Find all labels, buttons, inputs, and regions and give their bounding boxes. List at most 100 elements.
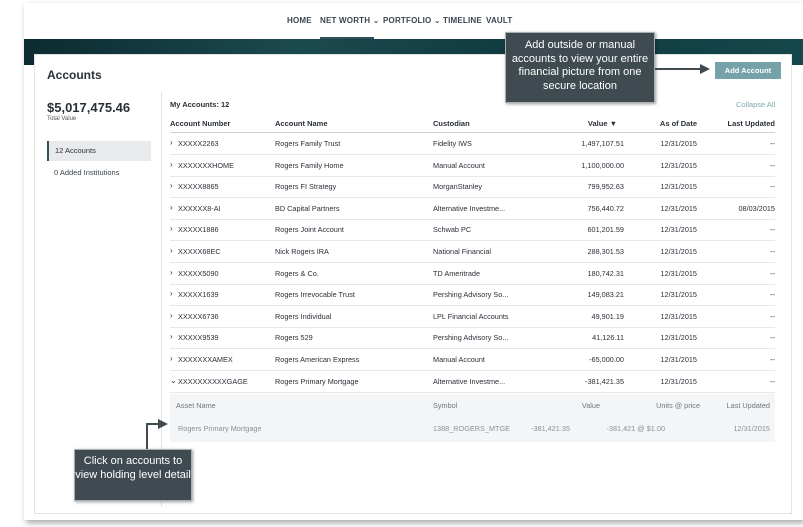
last-updated: -- <box>770 311 775 321</box>
account-value: 41,126.11 <box>592 333 624 343</box>
table-row[interactable]: › XXXXXXXHOME Rogers Family Home Manual Acc… <box>170 155 775 177</box>
account-number: XXXXX5090 <box>178 268 219 278</box>
account-name: Rogers 529 <box>275 333 313 343</box>
table-row[interactable]: › XXXXX9539 Rogers 529 Pershing Advisory So… <box>170 327 775 350</box>
chevron-down-icon[interactable]: ⌄ <box>170 376 177 385</box>
last-updated: 08/03/2015 <box>738 203 775 213</box>
custodian: Manual Account <box>433 160 485 170</box>
account-name: Rogers Family Trust <box>275 139 341 148</box>
table-row[interactable]: › XXXXX5090 Rogers & Co. TD Ameritrade 180,7… <box>170 263 775 285</box>
chevron-right-icon[interactable]: › <box>170 354 173 363</box>
last-updated: -- <box>770 376 775 386</box>
callout-holding-detail: Click on accounts to view holding level … <box>74 449 192 501</box>
chevron-right-icon[interactable]: › <box>170 268 173 277</box>
custodian: Schwab PC <box>433 225 472 235</box>
custodian: National Financial <box>433 247 492 256</box>
account-name: Rogers American Express <box>275 355 360 364</box>
column-divider <box>161 92 162 507</box>
account-name: Rogers Family Home <box>275 160 344 170</box>
account-value: 1,100,000.00 <box>581 160 624 170</box>
chevron-right-icon[interactable]: › <box>170 160 173 169</box>
table-row[interactable]: › XXXXX2263 Rogers Family Trust Fidelity IW… <box>170 133 775 155</box>
holding-header-symbol: Symbol <box>433 401 458 410</box>
holding-header-updated: Last Updated <box>726 401 770 410</box>
header-account-name[interactable]: Account Name <box>275 119 328 128</box>
page-title: Accounts <box>47 68 102 82</box>
account-value: -381,421.35 <box>585 376 624 386</box>
holding-asset-name[interactable]: Rogers Primary Mortgage <box>178 424 262 433</box>
custodian: LPL Financial Accounts <box>433 311 509 321</box>
account-number: XXXXX68EC <box>178 247 221 256</box>
holding-header-value: Value <box>581 401 600 410</box>
custodian: TD Ameritrade <box>433 268 481 278</box>
chevron-down-icon: ⌄ <box>372 16 380 25</box>
nav-timeline[interactable]: TIMELINE <box>443 16 482 25</box>
account-name: Rogers Joint Account <box>275 225 344 235</box>
header-value[interactable]: Value ▼ <box>545 119 617 128</box>
holding-header-units: Units @ price <box>656 401 700 410</box>
custodian: Pershing Advisory So... <box>433 290 509 300</box>
table-row[interactable]: › XXXXXXXAMEX Rogers American Express Manua… <box>170 349 775 371</box>
account-name: Rogers FI Strategy <box>275 182 337 192</box>
my-accounts-count: My Accounts: 12 <box>170 100 230 109</box>
holding-last-updated: 12/31/2015 <box>733 424 770 433</box>
header-as-of-date[interactable]: As of Date <box>635 119 697 128</box>
chevron-right-icon[interactable]: › <box>170 332 173 341</box>
table-row[interactable]: › XXXXXX8-AI BD Capital Partners Alternativ… <box>170 198 775 220</box>
arrow-right-icon <box>158 419 168 429</box>
header-value-label: Value <box>587 119 608 128</box>
last-updated: -- <box>770 247 775 256</box>
as-of-date: 12/31/2015 <box>660 376 697 386</box>
header-custodian[interactable]: Custodian <box>433 119 470 128</box>
nav-home[interactable]: HOME <box>287 16 312 25</box>
collapse-all-link[interactable]: Collapse All <box>736 100 775 109</box>
account-value: 180,742.31 <box>587 268 624 278</box>
chevron-right-icon[interactable]: › <box>170 203 173 212</box>
chevron-right-icon[interactable]: › <box>170 181 173 190</box>
nav-portfolio[interactable]: PORTFOLIO ⌄ <box>383 16 441 25</box>
add-account-button[interactable]: Add Account <box>715 62 781 79</box>
custodian: Manual Account <box>433 355 485 364</box>
as-of-date: 12/31/2015 <box>660 203 697 213</box>
as-of-date: 12/31/2015 <box>660 333 697 343</box>
chevron-right-icon[interactable]: › <box>170 289 173 298</box>
custodian: Alternative Investme... <box>433 203 506 213</box>
table-row[interactable]: › XXXXX1886 Rogers Joint Account Schwab PC 6… <box>170 219 775 242</box>
header-last-updated[interactable]: Last Updated <box>705 119 775 128</box>
total-value: $5,017,475.46 <box>47 100 131 115</box>
sidebar-item-institutions[interactable]: 0 Added Institutions <box>54 168 119 177</box>
account-value: 288,301.53 <box>587 247 624 256</box>
as-of-date: 12/31/2015 <box>660 139 697 148</box>
chevron-right-icon[interactable]: › <box>170 224 173 233</box>
top-navigation: HOME NET WORTH ⌄ PORTFOLIO ⌄ TIMELINE VA… <box>24 3 803 40</box>
sidebar-item-accounts[interactable]: 12 Accounts <box>47 141 151 161</box>
table-row[interactable]: ⌄ XXXXXXXXXXGAGE Rogers Primary Mortgage Al… <box>170 371 775 393</box>
account-value: 1,497,107.51 <box>581 139 624 148</box>
table-row[interactable]: › XXXXX68EC Nick Rogers IRA National Financ… <box>170 241 775 263</box>
table-row[interactable]: › XXXXX8865 Rogers FI Strategy MorganStanle… <box>170 176 775 199</box>
last-updated: -- <box>770 139 775 148</box>
chevron-right-icon[interactable]: › <box>170 138 173 147</box>
account-number: XXXXXXXXXXGAGE <box>178 376 248 386</box>
chevron-down-icon: ⌄ <box>433 16 441 25</box>
table-row[interactable]: › XXXXX6736 Rogers Individual LPL Financial… <box>170 306 775 328</box>
as-of-date: 12/31/2015 <box>660 290 697 300</box>
account-name: BD Capital Partners <box>275 203 340 213</box>
table-row[interactable]: › XXXXX1639 Rogers Irrevocable Trust Pershi… <box>170 284 775 307</box>
nav-net-worth[interactable]: NET WORTH ⌄ <box>320 16 380 25</box>
custodian: Pershing Advisory So... <box>433 333 509 343</box>
account-value: 49,901.19 <box>591 311 624 321</box>
account-value: 799,952.63 <box>587 182 624 192</box>
as-of-date: 12/31/2015 <box>660 225 697 235</box>
chevron-right-icon[interactable]: › <box>170 246 173 255</box>
account-value: 756,440.72 <box>587 203 624 213</box>
nav-portfolio-label: PORTFOLIO <box>383 16 432 25</box>
nav-net-worth-label: NET WORTH <box>320 16 371 25</box>
holding-units: -381,421 @ $1.00 <box>606 424 665 433</box>
chevron-right-icon[interactable]: › <box>170 311 173 320</box>
header-account-number[interactable]: Account Number <box>170 119 230 128</box>
last-updated: -- <box>770 225 775 235</box>
account-number: XXXXX6736 <box>178 311 219 321</box>
account-number: XXXXX1886 <box>178 225 219 235</box>
nav-vault[interactable]: VAULT <box>486 16 512 25</box>
